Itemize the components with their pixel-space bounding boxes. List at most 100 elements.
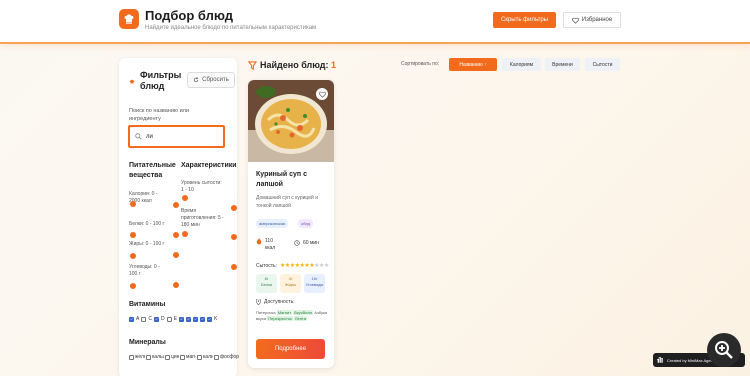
- mineral-iron-checkbox[interactable]: [129, 354, 134, 360]
- minerals-list: железо кальций цинк магний калий фосфор: [129, 354, 239, 360]
- availability-label: Доступность:: [264, 299, 295, 305]
- mineral-magnesium-label: магний: [186, 354, 196, 360]
- vitamin-b6-checkbox[interactable]: [192, 316, 198, 322]
- search-label: Поиск по названию или ингредиенту: [129, 108, 189, 122]
- calories-min-handle[interactable]: [130, 201, 136, 207]
- meal-tag: обед: [298, 219, 313, 228]
- shop-1: Пятерочка: [256, 310, 276, 315]
- satiety-max-handle[interactable]: [231, 205, 237, 211]
- fat-min-handle[interactable]: [130, 253, 136, 259]
- shop-2: Магнит: [276, 310, 293, 315]
- favorites-label: Избранное: [581, 17, 613, 23]
- favorite-toggle[interactable]: [316, 88, 328, 100]
- satiety-min-handle[interactable]: [182, 195, 188, 201]
- details-button[interactable]: Подробнее: [256, 339, 325, 359]
- mineral-phosphorus-label: фосфор: [220, 354, 240, 360]
- vitamin-b2-checkbox[interactable]: [185, 316, 191, 322]
- satiety-stars: ★★★★★★★★★★: [280, 263, 329, 269]
- vitamin-e-label: E: [173, 316, 177, 322]
- mineral-phosphorus-checkbox[interactable]: [214, 354, 219, 360]
- filter-funnel-icon: [248, 61, 257, 70]
- vitamin-c-checkbox[interactable]: [141, 316, 147, 322]
- protein-max-handle[interactable]: [173, 232, 179, 238]
- shop-3: ВкусВилл: [293, 310, 314, 315]
- cooktime-min-handle[interactable]: [182, 231, 188, 237]
- sort-by-calories-button[interactable]: Калориям: [502, 58, 541, 71]
- search-field[interactable]: [128, 125, 225, 148]
- reset-button[interactable]: Сбросить: [187, 72, 235, 88]
- dish-title: Куриный суп с лапшой: [256, 171, 307, 188]
- sort-by-name-button[interactable]: Названию ↑: [449, 58, 497, 71]
- search-icon: [135, 133, 142, 140]
- results-count: 1: [331, 60, 337, 70]
- sort-by-satiety-button[interactable]: Сытости: [585, 58, 620, 71]
- protein-range-label: Белки: 0 - 100 г: [129, 221, 165, 227]
- clock-icon: [294, 240, 300, 246]
- hide-filters-button[interactable]: Скрыть фильтры: [493, 12, 556, 28]
- characteristics-heading: Характеристики: [181, 162, 237, 169]
- availability-heading: Доступность:: [256, 299, 295, 305]
- app-subtitle: Найдите идеальное блюдо по питательным х…: [145, 25, 317, 31]
- mineral-zinc-checkbox[interactable]: [165, 354, 170, 360]
- carbs-max-handle[interactable]: [173, 282, 179, 288]
- fat-range-label: Жиры: 0 - 100 г: [129, 241, 165, 247]
- minimax-logo-icon: [657, 357, 663, 363]
- vitamin-d-checkbox[interactable]: [153, 316, 159, 322]
- cooktime-range-label: Время приготовления: 5 - 180 мин: [181, 208, 224, 228]
- fat-max-handle[interactable]: [173, 252, 179, 258]
- minerals-heading: Минералы: [129, 339, 166, 346]
- carbs-range-label: Углеводы: 0 - 100 г: [129, 264, 160, 277]
- vitamin-a-label: A: [136, 316, 140, 322]
- dish-time: 60 мин: [303, 240, 319, 246]
- carbs-min-handle[interactable]: [130, 283, 136, 289]
- app-title: Подбор блюд: [145, 8, 234, 23]
- shop-5: Перекресток: [267, 316, 293, 321]
- vitamin-k-checkbox[interactable]: [206, 316, 212, 322]
- protein-label: Белки: [260, 282, 273, 287]
- vitamin-k-label: K: [213, 316, 218, 322]
- zoom-in-button[interactable]: [707, 333, 741, 367]
- app-header: Подбор блюд Найдите идеальное блюдо по п…: [0, 0, 750, 44]
- time-info: 60 мин: [294, 240, 319, 246]
- mineral-potassium-checkbox[interactable]: [197, 354, 202, 360]
- results-title-label: Найдено блюд:: [260, 60, 329, 70]
- carbs-label: Углеводы: [305, 282, 324, 287]
- cooktime-max-handle[interactable]: [231, 234, 237, 240]
- vitamin-b1-checkbox[interactable]: [178, 316, 184, 322]
- vitamin-d-label: D: [160, 316, 165, 322]
- reset-label: Сбросить: [202, 77, 229, 83]
- sort-by-time-button[interactable]: Времени: [545, 58, 580, 71]
- vitamin-b12-checkbox[interactable]: [199, 316, 205, 322]
- calories-info: 110 ккал: [256, 238, 281, 252]
- dish-calories: 110 ккал: [265, 238, 276, 251]
- vitamin-e-checkbox[interactable]: [166, 316, 172, 322]
- vitamins-list: A C D E K: [129, 316, 217, 322]
- mineral-magnesium-checkbox[interactable]: [180, 354, 185, 360]
- carbs-badge: 10г Углеводы: [304, 274, 325, 293]
- calories-max-handle[interactable]: [173, 202, 179, 208]
- fat-badge: 4г Жиры: [280, 274, 301, 293]
- mineral-zinc-label: цинк: [171, 354, 179, 360]
- location-pin-icon: [256, 299, 261, 305]
- search-input[interactable]: [146, 131, 216, 143]
- vitamin-c-label: C: [148, 316, 152, 322]
- satiety-range-label: Уровень сытости: 1 - 10: [181, 180, 222, 193]
- chef-hat-small-icon: [129, 79, 135, 84]
- flame-icon: [256, 238, 262, 245]
- vitamin-a-checkbox[interactable]: [129, 316, 134, 322]
- sort-label: Сортировать по:: [401, 61, 440, 67]
- favorites-button[interactable]: Избранное: [563, 12, 621, 28]
- shop-6: Лента: [293, 316, 307, 321]
- mineral-potassium-label: калий: [203, 354, 213, 360]
- mineral-calcium-checkbox[interactable]: [146, 354, 151, 360]
- cooktime-extra-handle[interactable]: [231, 264, 237, 270]
- protein-min-handle[interactable]: [130, 232, 136, 238]
- reset-icon: [194, 77, 199, 83]
- dish-description: Домашний суп с курицей и тонкой лапшой: [256, 195, 318, 209]
- results-title: Найдено блюд: 1: [260, 60, 336, 70]
- dish-card: Куриный суп с лапшой Домашний суп с кури…: [248, 80, 334, 368]
- vitamins-heading: Витамины: [129, 301, 166, 308]
- shops-list: Пятерочка Магнит ВкусВилл Азбука вкуса П…: [256, 310, 332, 322]
- cuisine-tag: американская: [256, 219, 289, 228]
- mineral-iron-label: железо: [135, 354, 145, 360]
